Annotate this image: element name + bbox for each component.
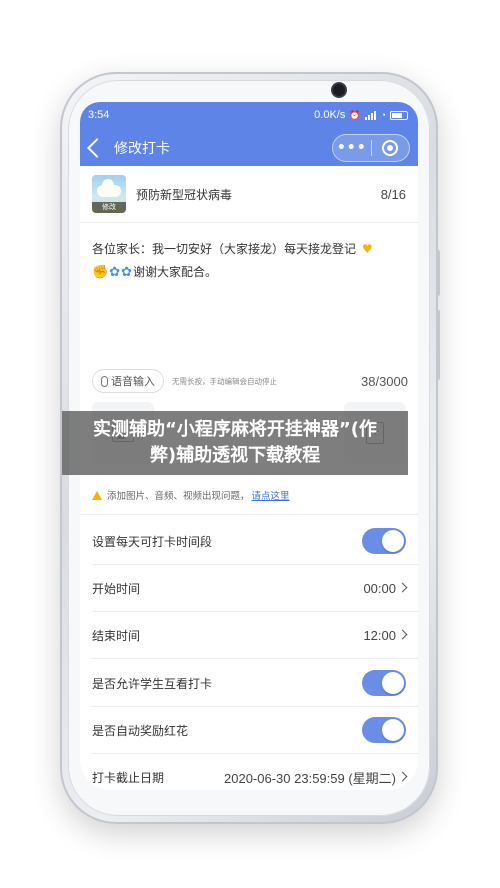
app-header: 3:54 0.0K/s ⏰ ◔ 修改打卡 ••• [80, 102, 418, 166]
muscle-emoji-icon: ✊ [92, 265, 109, 280]
message-textarea[interactable]: 各位家长：我一切安好（大家接龙）每天接龙登记 ♥ ✊ ✿ ✿ 谢谢大家配合。 [92, 238, 404, 284]
topic-thumbnail[interactable]: 修改 [92, 175, 126, 213]
divider [80, 514, 418, 515]
start-time-value: 00:00 [363, 580, 396, 596]
cloud-icon [97, 179, 121, 197]
heart-emoji-icon: ♥ [362, 242, 373, 256]
warning-icon [92, 490, 102, 500]
auto-reward-toggle[interactable] [362, 717, 406, 743]
media-hint: 添加图片、音频、视频出现问题， 请点这里 [92, 486, 406, 504]
front-camera [333, 84, 345, 96]
power-button [436, 310, 440, 380]
hint-text: 添加图片、音频、视频出现问题， [107, 491, 250, 502]
message-line-2: ✊ ✿ ✿ 谢谢大家配合。 [92, 261, 404, 284]
setting-start-time[interactable]: 开始时间 00:00 [80, 565, 418, 611]
battery-icon [390, 110, 408, 120]
setting-label: 是否允许学生互看打卡 [92, 676, 213, 691]
alarm-icon: ⏰ [349, 109, 361, 120]
sweat-emoji-icon: ✿ [109, 265, 121, 280]
setting-view-others[interactable]: 是否允许学生互看打卡 [80, 660, 418, 706]
thumb-edit-tag: 修改 [92, 202, 126, 213]
setting-label: 开始时间 [92, 581, 141, 596]
chevron-right-icon [397, 629, 408, 639]
setting-end-time[interactable]: 结束时间 12:00 [80, 612, 418, 658]
voice-row: 语音输入 无需长按，手动编辑会自动停止 38/3000 [92, 368, 408, 394]
more-button[interactable]: ••• [333, 140, 371, 156]
chevron-right-icon [397, 771, 408, 781]
view-others-toggle[interactable] [362, 670, 406, 696]
close-ring-icon [382, 140, 399, 156]
page-title: 修改打卡 [114, 141, 170, 157]
network-speed: 0.0K/s [314, 109, 346, 121]
time-window-toggle[interactable] [362, 528, 406, 554]
status-bar: 3:54 0.0K/s ⏰ ◔ [88, 107, 408, 123]
setting-time-window[interactable]: 设置每天可打卡时间段 [80, 518, 418, 564]
message-text-1: 各位家长：我一切安好（大家接龙）每天接龙登记 [92, 242, 357, 256]
message-text-2: 谢谢大家配合。 [133, 265, 218, 279]
end-time-value: 12:00 [363, 627, 396, 643]
setting-label: 结束时间 [92, 628, 141, 643]
signal-icon [364, 110, 377, 120]
topic-name: 预防新型冠状病毒 [136, 187, 233, 202]
topic-count: 8/16 [380, 186, 406, 202]
status-indicators: 0.0K/s ⏰ ◔ [314, 109, 408, 121]
miniprogram-capsule: ••• [332, 134, 410, 162]
nav-bar: 修改打卡 ••• [80, 132, 418, 164]
divider [92, 658, 418, 659]
setting-label: 是否自动奖励红花 [92, 723, 189, 738]
message-line-1: 各位家长：我一切安好（大家接龙）每天接龙登记 ♥ [92, 238, 404, 261]
voice-hint: 无需长按，手动编辑会自动停止 [172, 376, 277, 386]
divider [80, 222, 418, 223]
setting-label: 设置每天可打卡时间段 [92, 534, 213, 549]
close-button[interactable] [371, 140, 409, 156]
mic-icon [101, 375, 108, 387]
banner-line-1: 实测辅助“小程序麻将开挂神器”(作 [93, 419, 377, 440]
sweat-emoji-icon: ✿ [121, 265, 132, 280]
chevron-right-icon [397, 582, 408, 592]
page-content: 修改 预防新型冠状病毒 8/16 各位家长：我一切安好（大家接龙）每天接龙登记 ♥… [80, 166, 418, 790]
setting-deadline[interactable]: 打卡截止日期 2020-06-30 23:59:59 (星期二) [80, 754, 418, 790]
topic-row[interactable]: 修改 预防新型冠状病毒 8/16 [92, 172, 406, 216]
voice-input-button[interactable]: 语音输入 [92, 369, 164, 393]
chevron-left-icon[interactable] [87, 138, 107, 158]
setting-auto-reward[interactable]: 是否自动奖励红花 [80, 707, 418, 753]
char-count: 38/3000 [361, 373, 408, 389]
setting-label: 打卡截止日期 [92, 770, 165, 785]
help-link[interactable]: 请点这里 [252, 488, 290, 502]
banner-line-2: 弊)辅助透视下载教程 [149, 445, 321, 466]
voice-input-label: 语音输入 [111, 375, 155, 388]
deadline-value: 2020-06-30 23:59:59 (星期二) [224, 770, 396, 786]
wifi-icon: ◔ [380, 110, 386, 120]
volume-button [436, 250, 440, 296]
status-time: 3:54 [88, 109, 110, 121]
overlay-banner: 实测辅助“小程序麻将开挂神器”(作 弊)辅助透视下载教程 [62, 411, 408, 475]
